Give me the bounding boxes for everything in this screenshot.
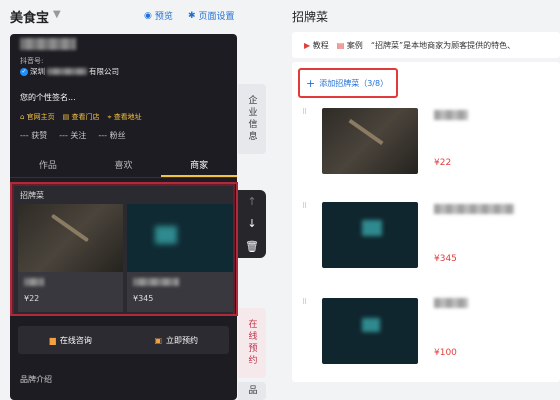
- dish-price-2: ¥345: [434, 254, 457, 264]
- chevron-down-icon[interactable]: ▼: [53, 9, 61, 20]
- page-settings-link[interactable]: ✱ 页面设置: [188, 9, 235, 23]
- brand-intro-label: 品牌介绍: [20, 375, 52, 384]
- likes-stat: --- 获赞: [20, 131, 48, 140]
- dish-price-1: ¥22: [434, 158, 452, 168]
- fans-stat: --- 粉丝: [98, 131, 126, 140]
- dish-list-panel: + 添加招牌菜（3/8） ⠿ ¥22 ⠿ ¥345 ⠿ ¥100: [292, 62, 560, 382]
- dish-card-2: ¥345: [127, 272, 233, 312]
- drag-handle-icon[interactable]: ⠿: [302, 298, 307, 306]
- account-name-blurred: [20, 38, 76, 50]
- dish-thumb-2[interactable]: [322, 202, 418, 268]
- following-stat: --- 关注: [59, 131, 87, 140]
- drag-handle-icon[interactable]: ⠿: [302, 108, 307, 116]
- action-bar: ▆ 在线咨询 ▣ 立即预约: [18, 326, 229, 354]
- dish-image-cave: [127, 204, 233, 272]
- dish-thumb-3[interactable]: [322, 298, 418, 364]
- dish-card-1: ¥22: [18, 272, 123, 312]
- stats-row: --- 获赞 --- 关注 --- 粉丝: [20, 130, 126, 141]
- trash-icon[interactable]: 🗑: [245, 240, 259, 253]
- gear-icon: ✱: [188, 10, 196, 21]
- calendar-icon: ▣: [154, 335, 163, 345]
- app-title[interactable]: 美食宝: [10, 7, 49, 26]
- store-badge[interactable]: ▤ 查看门店: [63, 112, 100, 122]
- company-line: ✓ 深圳 有限公司: [20, 67, 119, 76]
- add-signature-dish-button[interactable]: + 添加招牌菜（3/8）: [298, 68, 398, 98]
- drag-handle-icon[interactable]: ⠿: [302, 202, 307, 210]
- profile-tabs: 作品 喜欢 商家: [10, 152, 237, 178]
- signature-text: 您的个性签名...: [20, 93, 76, 102]
- module-toolbar: ↑ ↓ 🗑: [238, 190, 266, 258]
- side-tab-brand[interactable]: 品: [238, 382, 266, 400]
- arrow-up-icon[interactable]: ↑: [247, 195, 256, 208]
- chat-icon: ▆: [49, 335, 56, 345]
- dish-price-2: ¥345: [133, 294, 154, 303]
- verified-icon: ✓: [20, 67, 28, 76]
- play-icon: ▶: [304, 40, 311, 50]
- top-bar: 美食宝 ▼ ◉ 预览 ✱ 页面设置: [0, 0, 282, 30]
- signature-section[interactable]: 招牌菜 ¥22 ¥345: [12, 184, 235, 316]
- dish-name-2: [434, 204, 514, 214]
- signature-section-title: 招牌菜: [20, 191, 44, 200]
- side-tab-company-info[interactable]: 企业信息: [238, 84, 266, 154]
- info-bar: ▶ 教程 ▤ 案例 “招牌菜”是本地商家为顾客提供的特色、: [292, 32, 560, 58]
- panel-title: 招牌菜: [292, 10, 329, 24]
- document-icon: ▤: [336, 40, 345, 50]
- dish-name-1: [434, 110, 468, 120]
- eye-icon: ◉: [144, 10, 152, 21]
- arrow-down-icon[interactable]: ↓: [247, 217, 256, 230]
- book-button[interactable]: ▣ 立即预约: [124, 326, 230, 354]
- side-tab-booking[interactable]: 在线预约: [238, 308, 266, 378]
- website-badge[interactable]: ⌂ 官网主页: [20, 112, 55, 122]
- address-badge[interactable]: ⌖ 查看地址: [108, 112, 142, 122]
- dish-thumb-1[interactable]: [322, 108, 418, 174]
- badge-row: ⌂ 官网主页 ▤ 查看门店 ⌖ 查看地址: [20, 112, 142, 122]
- dish-price-1: ¥22: [24, 294, 40, 303]
- description-text: “招牌菜”是本地商家为顾客提供的特色、: [370, 40, 516, 50]
- case-link[interactable]: ▤ 案例: [337, 40, 363, 51]
- preview-link[interactable]: ◉ 预览: [144, 9, 173, 23]
- plus-icon: +: [306, 76, 316, 90]
- phone-preview: 抖音号: ✓ 深圳 有限公司 您的个性签名... ⌂ 官网主页 ▤ 查看门店 ⌖…: [10, 34, 237, 400]
- tutorial-link[interactable]: ▶ 教程: [304, 40, 329, 51]
- dish-name-3: [434, 298, 468, 308]
- tab-works[interactable]: 作品: [10, 152, 86, 177]
- dish-image-boat: [18, 204, 123, 272]
- tab-merchant[interactable]: 商家: [161, 152, 237, 177]
- douyin-label: 抖音号:: [20, 57, 44, 65]
- tab-likes[interactable]: 喜欢: [86, 152, 162, 177]
- consult-button[interactable]: ▆ 在线咨询: [18, 326, 124, 354]
- right-settings-area: 招牌菜 ▶ 教程 ▤ 案例 “招牌菜”是本地商家为顾客提供的特色、 + 添加招牌…: [282, 0, 560, 400]
- dish-price-3: ¥100: [434, 348, 457, 358]
- left-editor-area: 美食宝 ▼ ◉ 预览 ✱ 页面设置 抖音号: ✓ 深圳 有限公司 您的个性签名...…: [0, 0, 282, 400]
